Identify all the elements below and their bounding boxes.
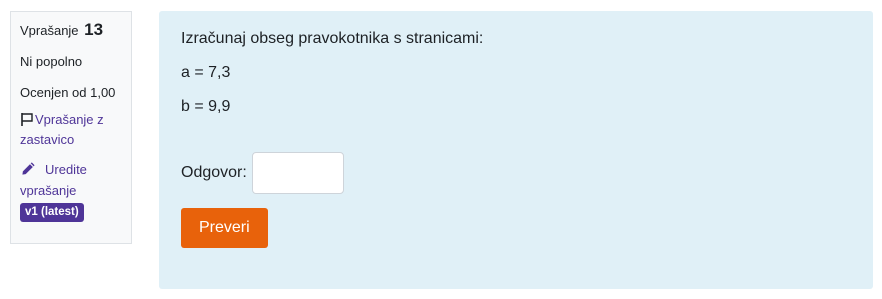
- page: Vprašanje 13 Ni popolno Ocenjen od 1,00 …: [0, 0, 882, 299]
- pencil-icon: [22, 162, 35, 175]
- answer-input[interactable]: [251, 152, 344, 194]
- question-label: Vprašanje: [20, 23, 79, 38]
- answer-row: Odgovor:: [181, 152, 851, 194]
- question-info-panel: Vprašanje 13 Ni popolno Ocenjen od 1,00 …: [10, 11, 132, 244]
- flag-question-link[interactable]: Vprašanje z zastavico: [20, 110, 123, 150]
- question-text: Izračunaj obseg pravokotnika s stranicam…: [181, 30, 484, 47]
- version-badge: v1 (latest): [20, 203, 84, 222]
- question-number: 13: [84, 20, 104, 39]
- answer-label: Odgovor:: [181, 164, 247, 181]
- question-content: Izračunaj obseg pravokotnika s stranicam…: [159, 11, 873, 289]
- edit-question-link[interactable]: Uredite vprašanje: [20, 159, 123, 201]
- side-a-value: a = 7,3: [181, 64, 231, 81]
- side-b-value: b = 9,9: [181, 98, 231, 115]
- question-state: Ni popolno: [20, 54, 83, 69]
- question-grade: Ocenjen od 1,00: [20, 85, 116, 100]
- flag-icon: [21, 113, 33, 126]
- question-number-heading: Vprašanje 13: [20, 21, 123, 40]
- check-button[interactable]: Preveri: [181, 208, 268, 248]
